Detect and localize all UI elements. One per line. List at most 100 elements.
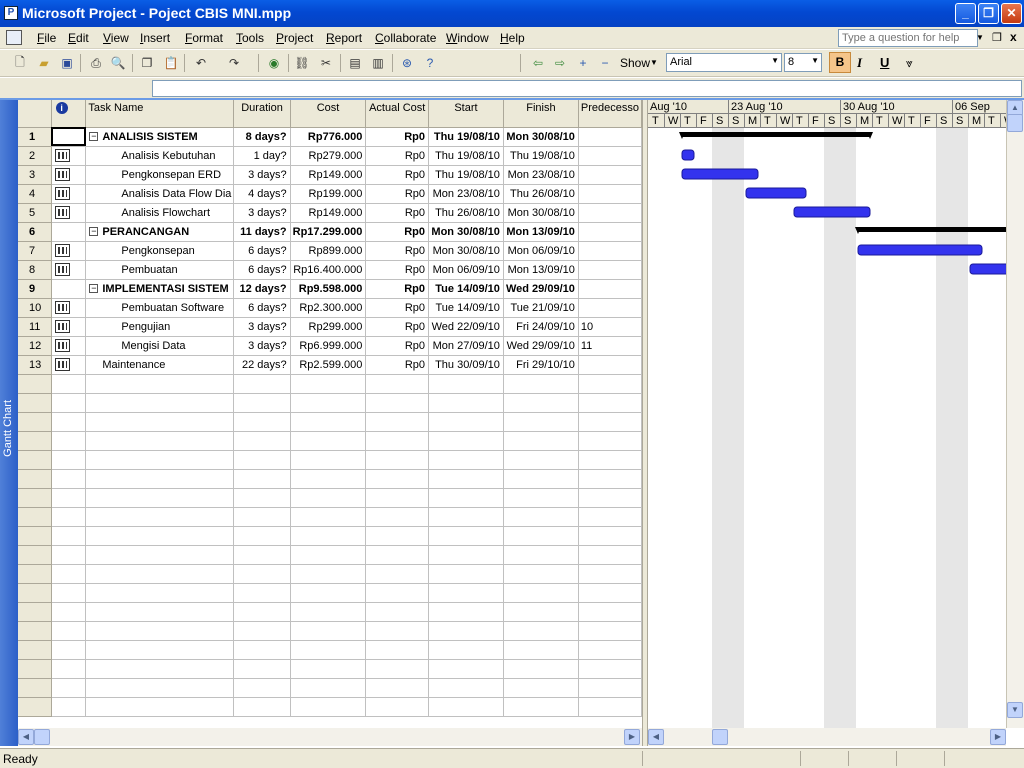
empty-row[interactable]	[18, 583, 642, 603]
chevron-down-icon[interactable]: ▼	[811, 56, 819, 65]
actual-cost-cell[interactable]: Rp0	[365, 165, 430, 185]
empty-cell[interactable]	[233, 526, 291, 546]
empty-cell[interactable]	[578, 697, 642, 717]
empty-cell[interactable]	[233, 450, 291, 470]
italic-button[interactable]: I	[857, 55, 862, 71]
finish-cell[interactable]: Thu 26/08/10	[503, 184, 579, 204]
empty-row[interactable]	[18, 393, 642, 413]
predecessors-cell[interactable]	[578, 165, 642, 185]
empty-cell[interactable]	[428, 621, 504, 641]
row-number[interactable]	[18, 469, 52, 489]
empty-cell[interactable]	[365, 678, 430, 698]
menu-view[interactable]: View	[103, 31, 129, 45]
chevron-down-icon[interactable]: ▼	[771, 56, 779, 65]
empty-cell[interactable]	[233, 393, 291, 413]
cost-cell[interactable]: Rp899.000	[290, 241, 367, 261]
cost-cell[interactable]: Rp6.999.000	[290, 336, 367, 356]
task-row[interactable]: 2 Analisis Kebutuhan 1 day? Rp279.000 Rp0 Thu…	[18, 146, 642, 166]
task-name-cell[interactable]: Pengujian	[85, 317, 235, 337]
duration-cell[interactable]: 8 days?	[233, 127, 291, 147]
empty-row[interactable]	[18, 450, 642, 470]
task-info-icon[interactable]: ▤	[347, 55, 363, 71]
save-icon[interactable]: ▣	[59, 55, 75, 71]
finish-cell[interactable]: Thu 19/08/10	[503, 146, 579, 166]
duration-cell[interactable]: 3 days?	[233, 165, 291, 185]
empty-cell[interactable]	[578, 488, 642, 508]
actual-cost-cell[interactable]: Rp0	[365, 260, 430, 280]
empty-cell[interactable]	[290, 640, 367, 660]
empty-row[interactable]	[18, 431, 642, 451]
start-cell[interactable]: Wed 22/09/10	[428, 317, 504, 337]
empty-cell[interactable]	[85, 602, 235, 622]
empty-cell[interactable]	[290, 412, 367, 432]
menu-edit[interactable]: Edit	[68, 31, 89, 45]
task-row[interactable]: 11 Pengujian 3 days? Rp299.000 Rp0 Wed 22/09/…	[18, 317, 642, 337]
row-number[interactable]	[18, 431, 52, 451]
empty-cell[interactable]	[233, 583, 291, 603]
menu-window[interactable]: Window	[446, 31, 489, 45]
help-dropdown-icon[interactable]: ▼	[976, 33, 984, 42]
show-dropdown[interactable]: Show	[620, 56, 650, 70]
summary-bar[interactable]	[682, 132, 870, 137]
duration-cell[interactable]: 3 days?	[233, 336, 291, 356]
empty-cell[interactable]	[578, 659, 642, 679]
vertical-scrollbar[interactable]: ▲ ▼	[1006, 100, 1024, 728]
row-number[interactable]: 11	[18, 317, 52, 337]
select-all-header[interactable]	[18, 100, 52, 128]
row-number[interactable]: 4	[18, 184, 52, 204]
finish-cell[interactable]: Mon 13/09/10	[503, 222, 579, 242]
empty-cell[interactable]	[365, 602, 430, 622]
scroll-down-icon[interactable]: ▼	[1007, 702, 1023, 718]
duration-cell[interactable]: 3 days?	[233, 203, 291, 223]
task-name-cell[interactable]: Maintenance	[85, 355, 235, 375]
row-number[interactable]	[18, 412, 52, 432]
column-header-actual-cost[interactable]: Actual Cost	[365, 100, 430, 128]
empty-row[interactable]	[18, 678, 642, 698]
empty-row[interactable]	[18, 526, 642, 546]
empty-cell[interactable]	[365, 583, 430, 603]
row-number[interactable]: 13	[18, 355, 52, 375]
empty-cell[interactable]	[503, 507, 579, 527]
empty-cell[interactable]	[233, 507, 291, 527]
empty-cell[interactable]	[578, 583, 642, 603]
task-row[interactable]: 1− ANALISIS SISTEM 8 days? Rp776.000 Rp0 Thu …	[18, 127, 642, 147]
cost-cell[interactable]: Rp17.299.000	[290, 222, 367, 242]
empty-cell[interactable]	[233, 545, 291, 565]
predecessors-cell[interactable]	[578, 260, 642, 280]
start-cell[interactable]: Thu 19/08/10	[428, 146, 504, 166]
empty-cell[interactable]	[428, 697, 504, 717]
task-name-cell[interactable]: Analisis Kebutuhan	[85, 146, 235, 166]
collapse-minus-icon[interactable]: −	[597, 55, 613, 71]
empty-cell[interactable]	[503, 545, 579, 565]
filter-icon[interactable]: ⩔	[906, 56, 913, 71]
task-bar[interactable]	[857, 244, 983, 256]
empty-cell[interactable]	[233, 621, 291, 641]
menu-help[interactable]: Help	[500, 31, 525, 45]
empty-row[interactable]	[18, 564, 642, 584]
start-cell[interactable]: Thu 19/08/10	[428, 127, 504, 147]
row-number[interactable]: 3	[18, 165, 52, 185]
cost-cell[interactable]: Rp149.000	[290, 203, 367, 223]
task-bar[interactable]	[681, 149, 695, 161]
empty-cell[interactable]	[428, 431, 504, 451]
start-cell[interactable]: Thu 30/09/10	[428, 355, 504, 375]
empty-cell[interactable]	[503, 450, 579, 470]
empty-cell[interactable]	[503, 374, 579, 394]
predecessors-cell[interactable]	[578, 279, 642, 299]
empty-cell[interactable]	[428, 412, 504, 432]
row-number[interactable]: 8	[18, 260, 52, 280]
task-name-cell[interactable]: Mengisi Data	[85, 336, 235, 356]
cost-cell[interactable]: Rp776.000	[290, 127, 367, 147]
finish-cell[interactable]: Wed 29/09/10	[503, 279, 579, 299]
hyperlink-globe-icon[interactable]: ◉	[266, 55, 282, 71]
paste-icon[interactable]: 📋	[163, 55, 179, 71]
empty-cell[interactable]	[85, 374, 235, 394]
empty-cell[interactable]	[233, 431, 291, 451]
task-name-cell[interactable]: − ANALISIS SISTEM	[85, 127, 235, 147]
entry-field[interactable]	[152, 80, 1022, 97]
restore-button[interactable]: ❐	[978, 3, 999, 24]
empty-cell[interactable]	[365, 659, 430, 679]
start-cell[interactable]: Tue 14/09/10	[428, 298, 504, 318]
empty-cell[interactable]	[503, 659, 579, 679]
empty-cell[interactable]	[290, 431, 367, 451]
